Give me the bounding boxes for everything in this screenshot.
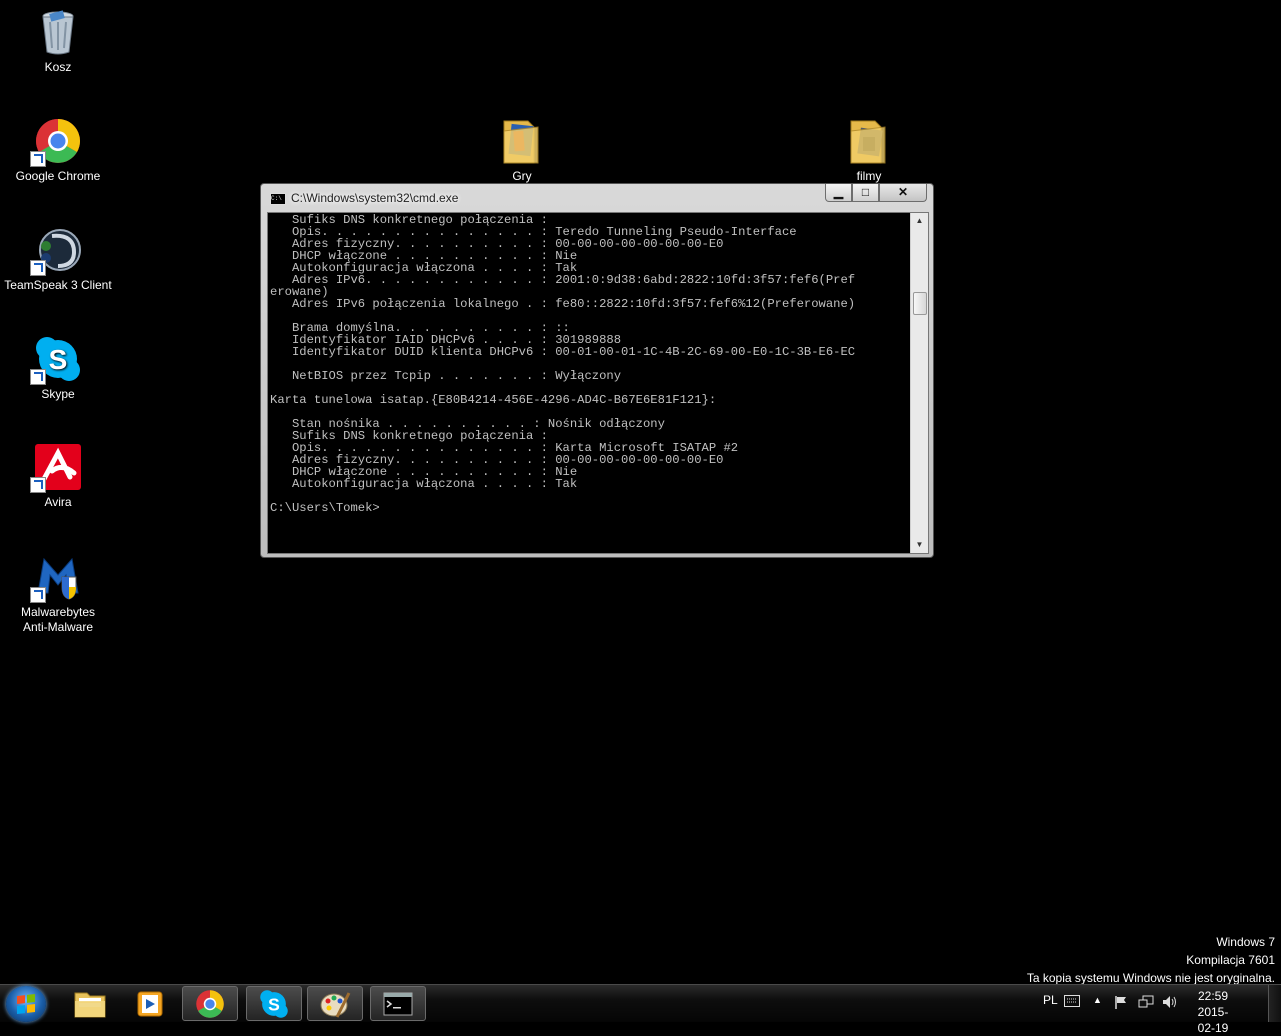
taskbar: S PL ▲ 22:59 2015-02-19: [0, 984, 1281, 1035]
malwarebytes-icon: [30, 553, 82, 603]
desktop-icon-google-chrome[interactable]: Google Chrome: [3, 117, 113, 184]
desktop-icon-gry-folder[interactable]: Gry: [467, 117, 577, 184]
desktop-icon-label: Malwarebytes Anti-Malware: [20, 605, 96, 634]
taskbar-explorer[interactable]: [62, 986, 118, 1021]
desktop-icon-skype[interactable]: S Skype: [3, 335, 113, 402]
scroll-up-arrow-icon[interactable]: ▲: [911, 213, 928, 229]
clock[interactable]: 22:59 2015-02-19: [1190, 988, 1236, 1035]
scrollbar-thumb[interactable]: [913, 292, 927, 315]
desktop-icon-label: Gry: [512, 169, 532, 183]
windows-watermark: Windows 7 Kompilacja 7601 Ta kopia syste…: [1027, 933, 1275, 987]
desktop-icon-recycle-bin[interactable]: Kosz: [3, 8, 113, 75]
chrome-icon: [196, 989, 224, 1018]
taskbar-media-player[interactable]: [122, 986, 178, 1021]
desktop-icon-label: Google Chrome: [15, 169, 101, 183]
taskbar-chrome[interactable]: [182, 986, 238, 1021]
recycle-bin-icon: [34, 8, 82, 56]
show-desktop-button[interactable]: [1268, 985, 1281, 1022]
folder-icon: [498, 117, 546, 165]
cmd-titlebar[interactable]: C:\ C:\Windows\system32\cmd.exe ▁ □ ✕: [261, 184, 933, 210]
shortcut-arrow-icon: [30, 477, 46, 493]
desktop-icon-label: Avira: [44, 495, 72, 509]
taskbar-cmd[interactable]: [370, 986, 426, 1021]
shortcut-arrow-icon: [30, 260, 46, 276]
desktop-icon-label: filmy: [856, 169, 882, 183]
chrome-icon: [30, 117, 82, 167]
window-title: C:\Windows\system32\cmd.exe: [291, 191, 459, 205]
watermark-build: Kompilacja 7601: [1186, 953, 1275, 967]
desktop-icon-label: Skype: [41, 387, 75, 401]
avira-icon: [30, 443, 82, 493]
window-controls: ▁ □ ✕: [825, 184, 927, 202]
skype-icon: S: [30, 335, 82, 385]
desktop-icon-filmy-folder[interactable]: filmy: [814, 117, 924, 184]
vertical-scrollbar[interactable]: ▲ ▼: [910, 213, 928, 553]
scroll-down-arrow-icon[interactable]: ▼: [911, 537, 928, 553]
paint-icon: [320, 991, 351, 1018]
language-indicator[interactable]: PL: [1043, 985, 1058, 1022]
teamspeak-icon: [30, 226, 82, 276]
shortcut-arrow-icon: [30, 151, 46, 167]
start-button[interactable]: [6, 986, 46, 1022]
taskbar-skype[interactable]: S: [246, 986, 302, 1021]
cmd-window[interactable]: C:\ C:\Windows\system32\cmd.exe ▁ □ ✕ Su…: [260, 183, 934, 558]
keyboard-icon[interactable]: [1064, 995, 1080, 1010]
skype-icon: S: [260, 989, 288, 1018]
shortcut-arrow-icon: [30, 587, 46, 603]
minimize-button[interactable]: ▁: [825, 184, 852, 202]
maximize-button[interactable]: □: [852, 184, 879, 202]
desktop-icon-label: TeamSpeak 3 Client: [4, 278, 112, 292]
network-icon[interactable]: [1138, 995, 1154, 1012]
desktop-icon-label: Kosz: [44, 60, 72, 74]
folder-icon: [845, 117, 893, 165]
close-button[interactable]: ✕: [879, 184, 927, 202]
console-area[interactable]: Sufiks DNS konkretnego połączenia : Opis…: [267, 212, 929, 554]
desktop-icon-teamspeak[interactable]: TeamSpeak 3 Client: [3, 226, 113, 293]
shortcut-arrow-icon: [30, 369, 46, 385]
console-output[interactable]: Sufiks DNS konkretnego połączenia : Opis…: [270, 214, 908, 514]
svg-text:S: S: [268, 994, 280, 1014]
desktop-icon-avira[interactable]: Avira: [3, 443, 113, 510]
media-player-icon: [137, 991, 163, 1016]
clock-time: 22:59: [1197, 989, 1229, 1003]
show-hidden-icons-icon[interactable]: ▲: [1093, 985, 1102, 1022]
explorer-icon: [74, 992, 106, 1017]
windows-logo-icon: [17, 994, 35, 1014]
watermark-os: Windows 7: [1216, 935, 1275, 949]
taskbar-paint[interactable]: [307, 986, 363, 1021]
volume-icon[interactable]: [1162, 995, 1178, 1012]
clock-date: 2015-02-19: [1197, 1005, 1229, 1035]
cmd-icon: C:\: [270, 193, 286, 205]
desktop-icon-malwarebytes[interactable]: Malwarebytes Anti-Malware: [3, 553, 113, 635]
action-center-flag-icon[interactable]: [1114, 995, 1128, 1012]
cmd-icon: [383, 992, 413, 1015]
svg-text:S: S: [49, 344, 68, 375]
